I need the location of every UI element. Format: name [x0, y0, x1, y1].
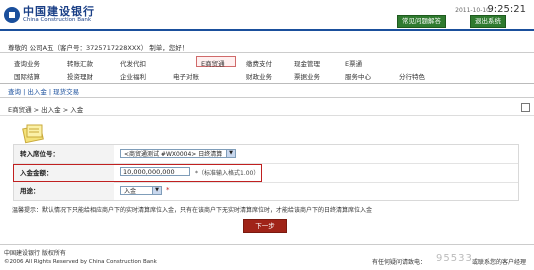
next-step-button[interactable]: 下一步 [243, 219, 287, 233]
support-text: 有任何疑问请致电： [372, 259, 427, 266]
hotline-number: 95533 [436, 253, 473, 264]
chevron-down-icon[interactable]: ▼ [226, 150, 235, 157]
window-icon[interactable] [521, 103, 530, 112]
menu-item-bills[interactable]: 票据业务 [294, 71, 320, 81]
account-select[interactable]: <商贸通测试 #WX0004> 日终清算 ▼ [120, 149, 236, 158]
form-row-purpose: 用途： 入金 ▼ * [14, 182, 518, 200]
menu-item-service-center[interactable]: 服务中心 [345, 71, 371, 81]
account-label: 转入席位号： [14, 145, 114, 163]
divider [0, 83, 534, 84]
menu-item-payroll[interactable]: 代发代扣 [120, 58, 146, 68]
chevron-down-icon[interactable]: ▼ [152, 187, 161, 194]
menu-item-finance[interactable]: 财政业务 [246, 71, 272, 81]
menu-item-ecommerce[interactable]: E商贸通 [201, 58, 225, 68]
menu-item-investment[interactable]: 投资理财 [67, 71, 93, 81]
menu-item-cash-management[interactable]: 现金管理 [294, 58, 320, 68]
logout-button[interactable]: 退出系统 [470, 15, 506, 28]
footer-copyright-cn: 中国建设银行 版权所有 [4, 250, 66, 257]
faq-button[interactable]: 常见问题解答 [397, 15, 446, 28]
divider [0, 115, 534, 116]
breadcrumb: E商贸通 > 出入金 > 入金 [8, 106, 84, 114]
required-marker: * [166, 186, 170, 194]
menu-item-reconciliation[interactable]: 电子对账 [173, 71, 199, 81]
time-display: 9:25:21 [487, 4, 526, 15]
account-select-value: <商贸通测试 #WX0004> 日终清算 [124, 151, 223, 158]
menu-item-intl-settlement[interactable]: 国际结算 [14, 71, 40, 81]
menu-item-ebill[interactable]: E票通 [345, 58, 362, 68]
bank-logo: 中国建设银行 China Construction Bank [4, 6, 95, 24]
note-icon [22, 124, 44, 144]
footer-copyright-en: ©2006 All Rights Reserved by China Const… [4, 259, 157, 265]
form-row-account: 转入席位号： <商贸通测试 #WX0004> 日终清算 ▼ [14, 145, 518, 164]
menu-item-payment[interactable]: 缴费支付 [246, 58, 272, 68]
menu-item-branch[interactable]: 分行特色 [399, 71, 425, 81]
reminder-text: 温馨提示：默认情况下只能给相应商户下的实时清算席位入金，只有在该商户下无实时清算… [12, 207, 373, 214]
bank-name-en: China Construction Bank [23, 17, 92, 23]
menu-item-welfare[interactable]: 企业福利 [120, 71, 146, 81]
menu-item-transfer[interactable]: 转账汇款 [67, 58, 93, 68]
purpose-label: 用途： [14, 182, 114, 200]
purpose-select-value: 入金 [124, 188, 137, 195]
header-divider [0, 29, 534, 31]
bank-logo-icon [4, 7, 20, 23]
amount-input[interactable]: 10,000,000,000 [120, 167, 190, 176]
purpose-select[interactable]: 入金 ▼ [120, 186, 162, 195]
service-text: 或联系您的客户经理 [472, 259, 527, 266]
menu-item-query[interactable]: 查询业务 [14, 58, 40, 68]
divider [0, 97, 534, 98]
date-display: 2011-10-10 [455, 7, 490, 14]
amount-format-hint: *（标准输入格式1.00） [195, 170, 260, 177]
divider [0, 52, 534, 53]
footer-divider [0, 244, 534, 245]
sub-navigation[interactable]: 查询 | 出入金 | 现货交易 [8, 86, 79, 96]
welcome-text: 尊敬的 公司A五（客户号：3725717228XXX） 制单，您好！ [8, 44, 189, 52]
bank-name-cn: 中国建设银行 [23, 5, 95, 18]
